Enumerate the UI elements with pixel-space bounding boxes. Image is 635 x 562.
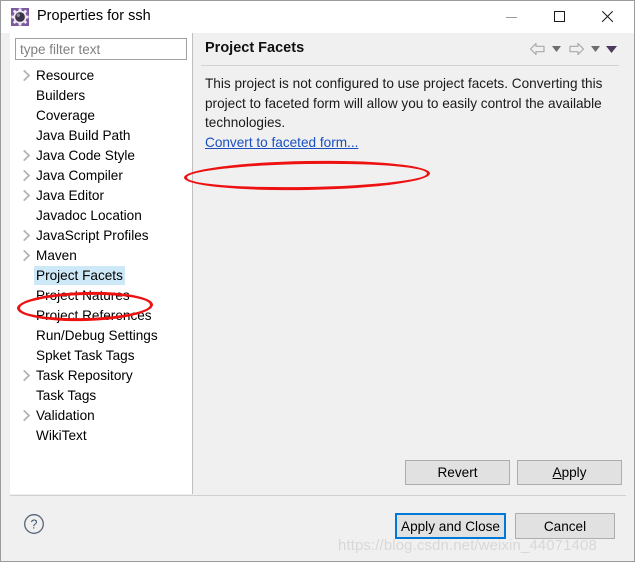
properties-dialog: Properties for ssh Resource Builders Cover… bbox=[0, 0, 635, 562]
back-history-dropdown[interactable] bbox=[550, 39, 563, 59]
sidebar-item-java-build-path[interactable]: Java Build Path bbox=[10, 125, 193, 145]
page-description: This project is not configured to use pr… bbox=[205, 76, 603, 130]
apply-button[interactable]: Apply bbox=[517, 460, 622, 485]
chevron-right-icon[interactable] bbox=[20, 165, 34, 185]
close-icon[interactable] bbox=[584, 1, 630, 32]
sidebar-item-java-code-style[interactable]: Java Code Style bbox=[10, 145, 193, 165]
sidebar-item-spket-task-tags[interactable]: Spket Task Tags bbox=[10, 345, 193, 365]
page-header: Project Facets bbox=[193, 33, 626, 66]
forward-history-dropdown[interactable] bbox=[589, 39, 602, 59]
convert-to-faceted-form-link[interactable]: Convert to faceted form... bbox=[205, 135, 358, 150]
chevron-right-icon[interactable] bbox=[20, 245, 34, 265]
chevron-right-icon[interactable] bbox=[20, 185, 34, 205]
sidebar-item-java-editor[interactable]: Java Editor bbox=[10, 185, 193, 205]
apply-mnemonic: A bbox=[552, 465, 562, 480]
page-header-toolbar bbox=[527, 39, 618, 59]
page-menu-icon[interactable] bbox=[605, 39, 618, 59]
chevron-right-icon[interactable] bbox=[20, 65, 34, 85]
settings-tree: Resource Builders Coverage Java Build Path J… bbox=[10, 65, 193, 445]
sidebar-item-resource[interactable]: Resource bbox=[10, 65, 193, 85]
sidebar-item-label: Coverage bbox=[36, 107, 95, 123]
sidebar-item-label: Java Code Style bbox=[36, 147, 135, 163]
minimize-icon[interactable] bbox=[488, 1, 534, 32]
sidebar-item-wikitext[interactable]: WikiText bbox=[10, 425, 193, 445]
revert-button[interactable]: Revert bbox=[405, 460, 510, 485]
watermark: https://blog.csdn.net/weixin_44071408 bbox=[338, 537, 597, 554]
chevron-right-icon[interactable] bbox=[20, 365, 34, 385]
sidebar-item-run-debug-settings[interactable]: Run/Debug Settings bbox=[10, 325, 193, 345]
sidebar-item-label: JavaScript Profiles bbox=[36, 227, 149, 243]
sidebar-item-maven[interactable]: Maven bbox=[10, 245, 193, 265]
sidebar-item-label: Javadoc Location bbox=[36, 207, 142, 223]
sidebar-item-label: Project Facets bbox=[34, 265, 125, 285]
apply-label-rest: pply bbox=[561, 465, 587, 480]
dialog-content: Resource Builders Coverage Java Build Path J… bbox=[10, 33, 626, 494]
sidebar-item-javadoc-location[interactable]: Javadoc Location bbox=[10, 205, 193, 225]
sidebar-item-label: Java Build Path bbox=[36, 127, 131, 143]
chevron-right-icon[interactable] bbox=[20, 145, 34, 165]
sidebar-item-label: WikiText bbox=[36, 427, 87, 443]
sidebar-item-label: Validation bbox=[36, 407, 95, 423]
sidebar-item-javascript-profiles[interactable]: JavaScript Profiles bbox=[10, 225, 193, 245]
sidebar-item-label: Java Editor bbox=[36, 187, 105, 203]
sidebar-item-label: Java Compiler bbox=[36, 167, 123, 183]
settings-tree-pane: Resource Builders Coverage Java Build Path J… bbox=[10, 33, 193, 494]
page-pane: Project Facets This project is not confi… bbox=[193, 33, 626, 494]
sidebar-item-task-repository[interactable]: Task Repository bbox=[10, 365, 193, 385]
sidebar-item-project-natures[interactable]: Project Natures bbox=[10, 285, 193, 305]
sidebar-item-label: Run/Debug Settings bbox=[36, 327, 158, 343]
sidebar-item-label: Project References bbox=[36, 307, 152, 323]
cancel-button[interactable]: Cancel bbox=[515, 513, 615, 539]
sidebar-item-project-references[interactable]: Project References bbox=[10, 305, 193, 325]
help-icon[interactable]: ? bbox=[23, 513, 45, 535]
sidebar-item-validation[interactable]: Validation bbox=[10, 405, 193, 425]
sidebar-item-java-compiler[interactable]: Java Compiler bbox=[10, 165, 193, 185]
sidebar-item-label: Task Repository bbox=[36, 367, 133, 383]
properties-gear-icon bbox=[10, 7, 30, 27]
back-arrow-icon[interactable] bbox=[527, 39, 547, 59]
chevron-right-icon[interactable] bbox=[20, 225, 34, 245]
window-title: Properties for ssh bbox=[37, 8, 151, 24]
header-divider bbox=[201, 65, 619, 66]
maximize-icon[interactable] bbox=[536, 1, 582, 32]
sidebar-item-label: Resource bbox=[36, 67, 95, 83]
sidebar-item-label: Builders bbox=[36, 87, 86, 103]
sidebar-item-coverage[interactable]: Coverage bbox=[10, 105, 193, 125]
sidebar-item-label: Spket Task Tags bbox=[36, 347, 135, 363]
apply-and-close-button[interactable]: Apply and Close bbox=[395, 513, 506, 539]
filter-input[interactable] bbox=[15, 38, 187, 60]
sidebar-item-builders[interactable]: Builders bbox=[10, 85, 193, 105]
chevron-right-icon[interactable] bbox=[20, 405, 34, 425]
sidebar-item-project-facets[interactable]: Project Facets bbox=[10, 265, 193, 285]
page-title: Project Facets bbox=[205, 40, 305, 56]
svg-text:?: ? bbox=[31, 518, 38, 532]
sidebar-item-task-tags[interactable]: Task Tags bbox=[10, 385, 193, 405]
forward-arrow-icon[interactable] bbox=[566, 39, 586, 59]
sidebar-item-label: Project Natures bbox=[36, 287, 130, 303]
footer-divider bbox=[10, 495, 626, 496]
sidebar-item-label: Maven bbox=[36, 247, 77, 263]
sidebar-item-label: Task Tags bbox=[36, 387, 97, 403]
title-bar: Properties for ssh bbox=[1, 1, 634, 33]
